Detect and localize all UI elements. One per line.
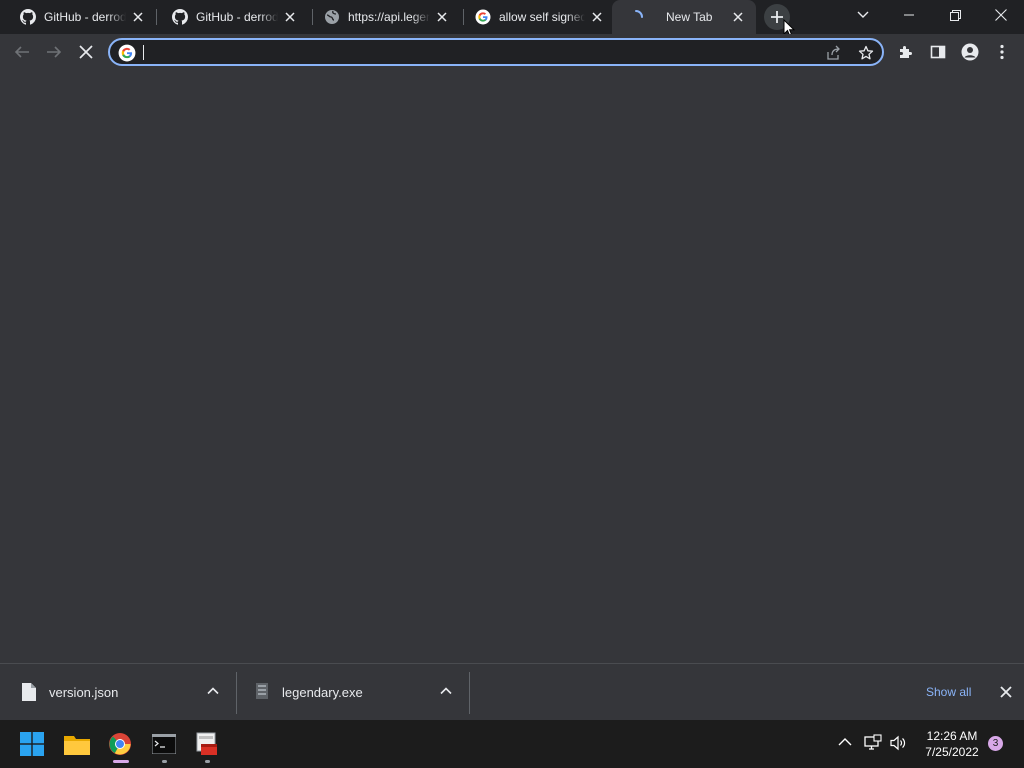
taskbar-terminal[interactable] (148, 728, 180, 760)
clock-date: 7/25/2022 (925, 745, 979, 759)
google-icon (475, 9, 491, 25)
browser-toolbar (0, 34, 1024, 70)
start-button[interactable] (16, 728, 48, 760)
app-icon (196, 732, 217, 755)
running-app-indicator (205, 760, 210, 763)
close-icon (995, 9, 1007, 21)
chevron-down-icon (857, 11, 869, 18)
tab-strip: GitHub - derrod/legendary GitHub - derro… (0, 0, 1024, 38)
more-vertical-icon (1000, 44, 1004, 60)
extensions-button[interactable] (896, 42, 916, 62)
arrow-right-icon (47, 46, 62, 58)
tab-search-button[interactable] (840, 0, 886, 30)
chrome-icon (109, 733, 131, 755)
back-button[interactable] (12, 42, 32, 62)
text-caret (143, 45, 144, 60)
tab-close-icon[interactable] (282, 9, 298, 25)
github-icon (172, 9, 188, 25)
file-icon (22, 683, 36, 701)
address-input[interactable] (142, 43, 822, 61)
google-icon (118, 44, 136, 62)
exe-file-icon (256, 683, 268, 699)
windows-taskbar: 12:26 AM 7/25/2022 3 (0, 720, 1024, 768)
show-all-link[interactable]: Show all (926, 685, 971, 699)
puzzle-icon (900, 46, 912, 58)
windows-start-icon (20, 732, 44, 756)
plus-icon (771, 11, 783, 23)
chevron-up-icon[interactable] (439, 684, 453, 698)
taskbar-file-explorer[interactable] (61, 728, 93, 760)
tab-title: https://api.legendary.gl (348, 10, 430, 24)
volume-icon[interactable] (889, 734, 907, 752)
download-filename: version.json (49, 684, 119, 700)
tab-title: GitHub - derrod/legendary (196, 10, 278, 24)
tab-title: GitHub - derrod/legendary (44, 10, 126, 24)
chevron-up-icon[interactable] (838, 737, 852, 747)
profile-button[interactable] (960, 42, 980, 62)
tab-title: New Tab (666, 10, 713, 24)
close-icon[interactable] (998, 684, 1014, 700)
share-icon[interactable] (826, 45, 842, 61)
download-separator (236, 672, 237, 714)
tab-close-icon[interactable] (130, 9, 146, 25)
download-item[interactable]: version.json (22, 664, 232, 720)
forward-button[interactable] (44, 42, 64, 62)
arrow-left-icon (14, 46, 29, 58)
menu-button[interactable] (992, 42, 1012, 62)
tab-close-icon[interactable] (434, 9, 450, 25)
tab-github-2[interactable]: GitHub - derrod/legendary (152, 0, 308, 34)
tab-api[interactable]: https://api.legendary.gl (304, 0, 460, 34)
tab-new-tab[interactable]: New Tab (612, 0, 756, 34)
tab-google-search[interactable]: allow self signed (455, 0, 615, 34)
bookmark-star-icon[interactable] (858, 45, 874, 61)
tab-close-icon[interactable] (730, 9, 746, 25)
taskbar-chrome[interactable] (104, 728, 136, 760)
restore-button[interactable] (932, 0, 978, 30)
address-bar[interactable] (108, 38, 884, 66)
download-item[interactable]: legendary.exe (256, 664, 466, 720)
download-separator (469, 672, 470, 714)
download-filename: legendary.exe (282, 684, 363, 700)
restore-icon (949, 9, 961, 21)
download-shelf: version.json legendary.exe Show all (0, 663, 1024, 720)
github-icon (20, 9, 36, 25)
tab-title: allow self signed (499, 10, 585, 24)
running-app-indicator (162, 760, 167, 763)
close-icon (79, 45, 93, 59)
terminal-icon (152, 734, 176, 754)
side-panel-button[interactable] (928, 42, 948, 62)
minimize-button[interactable] (886, 0, 932, 30)
notification-badge[interactable]: 3 (988, 736, 1003, 751)
network-icon[interactable] (864, 734, 882, 752)
chevron-up-icon[interactable] (206, 684, 220, 698)
taskbar-app[interactable] (191, 728, 223, 760)
stop-loading-button[interactable] (76, 42, 96, 62)
taskbar-clock[interactable]: 12:26 AM 7/25/2022 (912, 728, 992, 760)
file-explorer-icon (64, 736, 90, 755)
side-panel-icon (930, 45, 946, 59)
tab-close-icon[interactable] (589, 9, 605, 25)
clock-time: 12:26 AM (926, 729, 978, 743)
page-content-area (0, 70, 1024, 663)
active-app-indicator (113, 760, 129, 763)
loading-spinner-icon (635, 10, 643, 18)
tab-github-1[interactable]: GitHub - derrod/legendary (0, 0, 156, 34)
avatar-icon (961, 43, 979, 61)
close-window-button[interactable] (978, 0, 1024, 30)
minimize-icon (904, 14, 914, 16)
globe-icon (325, 10, 339, 24)
